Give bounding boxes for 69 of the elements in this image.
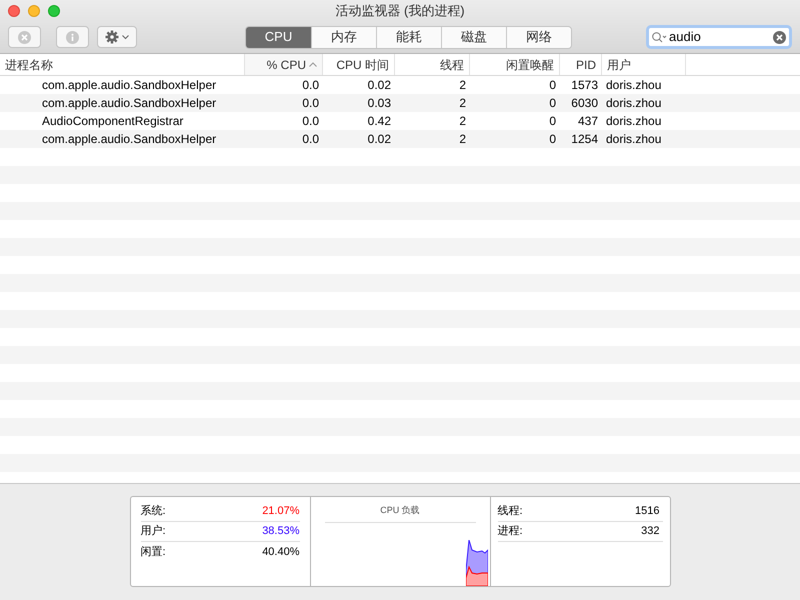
tab[interactable]: 内存	[311, 26, 376, 48]
table-cell-text: AudioComponentRegistrar	[41, 113, 184, 130]
count-value: 1516	[635, 504, 660, 520]
count-value: 332	[641, 524, 660, 540]
window-title: 活动监视器 (我的进程)	[335, 2, 465, 20]
stop-icon	[18, 30, 31, 44]
column-header[interactable]: 线程	[395, 54, 470, 75]
table-cell-text: 1573	[570, 77, 599, 94]
table-cell-text: 0	[548, 95, 557, 112]
search-field[interactable]: audio	[646, 25, 792, 49]
table-cell-text: 0.0	[301, 113, 320, 130]
stat-label: 系统:	[140, 504, 166, 520]
stat-label: 闲置:	[140, 544, 166, 560]
count-label: 进程:	[498, 524, 523, 540]
table-cell-text: 0.42	[366, 113, 392, 130]
tab[interactable]: 能耗	[376, 26, 441, 48]
table-cell-text: doris.zhou	[605, 77, 662, 94]
table-cell-text: com.apple.audio.SandboxHelper	[41, 95, 218, 112]
table-cell-text: 2	[458, 131, 467, 148]
table-cell-text: 2	[458, 77, 467, 94]
table-cell-text: 0.0	[301, 77, 320, 94]
stop-button[interactable]	[8, 26, 41, 48]
table-cell-text: doris.zhou	[605, 131, 662, 148]
info-button[interactable]	[56, 26, 89, 48]
sort-ascending-icon	[309, 62, 317, 67]
column-header[interactable]: PID	[560, 54, 602, 75]
stat-value: 40.40%	[262, 544, 300, 560]
table-cell-text: 1254	[570, 131, 599, 148]
caret-icon	[122, 34, 129, 40]
table-cell-text: 0.0	[301, 131, 320, 148]
column-header[interactable]: 闲置唤醒	[470, 54, 560, 75]
process-row[interactable]: com.apple.audio.SandboxHelper 0.0 0.03 2 0 6030 doris.zhou	[0, 94, 800, 112]
table-cell-text: com.apple.audio.SandboxHelper	[41, 77, 218, 94]
table-cell-text: doris.zhou	[605, 113, 662, 130]
search-input[interactable]: audio	[669, 27, 772, 47]
tab[interactable]: CPU	[246, 26, 311, 48]
table-cell-text: 0.02	[366, 131, 392, 148]
tab[interactable]: 磁盘	[441, 26, 506, 48]
close-button[interactable]	[8, 5, 20, 17]
stat-label: 用户:	[140, 524, 166, 540]
process-row[interactable]: com.apple.audio.SandboxHelper 0.0 0.02 2 0 1254 doris.zhou	[0, 130, 800, 148]
table-cell-text: 0.03	[366, 95, 392, 112]
zoom-button[interactable]	[48, 5, 60, 17]
table-cell-text: 0	[548, 131, 557, 148]
stat-value: 21.07%	[262, 504, 300, 520]
info-icon	[66, 30, 79, 44]
table-cell-text: 0	[548, 77, 557, 94]
table-cell-text: doris.zhou	[605, 95, 662, 112]
column-header[interactable]: 用户	[602, 54, 686, 75]
stat-value: 38.53%	[262, 524, 300, 540]
tab[interactable]: 网络	[506, 26, 571, 48]
table-cell-text: 0.02	[366, 77, 392, 94]
table-cell-text: 2	[458, 113, 467, 130]
table-cell-text: 0	[548, 113, 557, 130]
clear-icon	[773, 30, 786, 44]
table-cell-text: 0.0	[301, 95, 320, 112]
table-cell-text: 437	[576, 113, 599, 130]
count-label: 线程:	[498, 504, 523, 520]
search-icon	[652, 32, 668, 42]
table-cell-text: com.apple.audio.SandboxHelper	[41, 131, 218, 148]
table-cell-text: 6030	[570, 95, 599, 112]
chart-title: CPU 负载	[324, 504, 476, 522]
table-cell-text: 2	[458, 95, 467, 112]
column-header[interactable]: CPU 时间	[323, 54, 395, 75]
minimize-button[interactable]	[28, 5, 40, 17]
gear-menu-button[interactable]	[97, 26, 137, 48]
gear-icon	[105, 30, 119, 44]
cpu-load-sparkline	[466, 540, 488, 586]
column-header[interactable]: % CPU	[245, 54, 323, 75]
